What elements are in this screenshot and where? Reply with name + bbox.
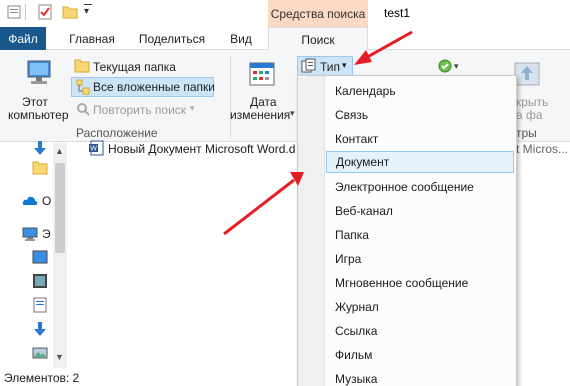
location-group-label: Расположение	[76, 126, 158, 140]
this-pc-nav-label[interactable]: Э	[42, 227, 51, 241]
menu-item-journal[interactable]: Журнал	[326, 296, 514, 318]
filters-group-label: тры	[516, 126, 537, 140]
folder-icon[interactable]	[32, 160, 48, 176]
tab-view[interactable]: Вид	[222, 27, 260, 50]
group-separator	[230, 56, 231, 138]
video-icon[interactable]	[32, 273, 48, 289]
date-modified-chevron-icon: ▾	[290, 108, 295, 118]
this-pc-label-2[interactable]: компьютер	[8, 108, 69, 122]
type-button-label: Тип	[320, 60, 341, 74]
ribbon-tabs: Файл Главная Поделиться Вид Поиск	[0, 27, 570, 51]
menu-item-document[interactable]: Документ	[326, 151, 514, 173]
file-type-icon	[301, 58, 316, 73]
downloads-icon[interactable]	[32, 321, 48, 337]
window-title: test1	[384, 6, 411, 20]
current-folder-button[interactable]: Текущая папка	[93, 60, 176, 74]
menu-item-calendar[interactable]: Календарь	[326, 80, 514, 102]
word-document-icon: W	[89, 140, 104, 156]
menu-item-feed[interactable]: Веб-канал	[326, 200, 514, 222]
menu-item-movie[interactable]: Фильм	[326, 344, 514, 366]
onedrive-label[interactable]: O	[42, 194, 51, 208]
menu-icon-strip	[298, 76, 325, 386]
computer-icon	[27, 60, 51, 84]
recent-searches-icon[interactable]	[437, 58, 453, 74]
onedrive-cloud-icon[interactable]	[22, 193, 38, 209]
this-pc-icon[interactable]	[22, 226, 38, 242]
menu-item-contact[interactable]: Контакт	[326, 128, 514, 150]
recent-searches-chevron-icon: ▾	[454, 61, 459, 71]
search-tools-context: Средства поиска	[268, 0, 368, 27]
scroll-down-icon[interactable]: ▼	[55, 352, 64, 362]
customize-quick-access-icon[interactable]: ▾	[84, 6, 89, 17]
properties-icon[interactable]	[6, 4, 22, 20]
repeat-search-button[interactable]: Повторить поиск	[93, 103, 186, 117]
desktop-icon[interactable]	[32, 249, 48, 265]
nav-scrollbar-thumb[interactable]	[55, 163, 65, 253]
open-location-label: крыть	[516, 95, 549, 109]
type-chevron-icon: ▾	[342, 60, 347, 70]
menu-item-game[interactable]: Игра	[326, 248, 514, 270]
tab-share[interactable]: Поделиться	[134, 27, 210, 50]
date-modified-label-2[interactable]: изменения	[230, 108, 290, 122]
downloads-arrow-icon[interactable]	[32, 140, 48, 156]
new-folder-icon[interactable]	[62, 4, 78, 20]
tab-home[interactable]: Главная	[60, 27, 124, 50]
checklist-icon[interactable]	[37, 4, 53, 20]
repeat-search-icon	[77, 103, 90, 116]
date-modified-label-1[interactable]: Дата	[250, 95, 277, 109]
file-location-label: а фа	[516, 108, 543, 122]
scroll-up-icon[interactable]: ▲	[55, 146, 64, 156]
menu-item-link[interactable]: Ссылка	[326, 320, 514, 342]
svg-text:W: W	[90, 146, 97, 153]
subfolders-icon	[76, 79, 90, 95]
menu-item-instant-message[interactable]: Мгновенное сообщение	[326, 272, 514, 294]
arrow-to-document-item	[223, 172, 304, 236]
menu-item-communication[interactable]: Связь	[326, 104, 514, 126]
calendar-icon	[249, 62, 275, 86]
all-subfolders-label: Все вложенные папки	[93, 80, 215, 94]
menu-item-email[interactable]: Электронное сообщение	[326, 176, 514, 198]
documents-icon[interactable]	[32, 297, 48, 313]
tab-file[interactable]: Файл	[0, 27, 46, 50]
arrow-line-bottom	[223, 178, 295, 236]
folder-icon	[74, 59, 90, 73]
tab-search[interactable]: Поиск	[268, 27, 368, 51]
menu-item-folder[interactable]: Папка	[326, 224, 514, 246]
customize-bar	[84, 4, 92, 5]
item-count: Элементов: 2	[4, 371, 80, 385]
pictures-icon[interactable]	[32, 345, 48, 361]
file-type-cell: t Micros...	[516, 142, 569, 156]
repeat-search-chevron-icon: ▾	[190, 103, 195, 113]
file-name[interactable]: Новый Документ Microsoft Word.d	[108, 142, 295, 156]
quick-access-separator	[25, 4, 26, 20]
this-pc-label-1[interactable]: Этот	[22, 95, 48, 109]
menu-item-music[interactable]: Музыка	[326, 368, 514, 386]
